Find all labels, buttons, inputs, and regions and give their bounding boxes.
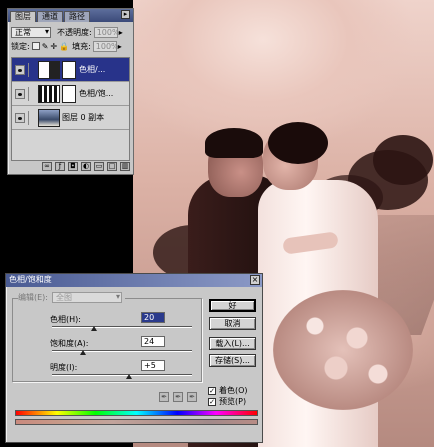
save-button[interactable]: 存储(S)...: [209, 354, 256, 367]
load-button[interactable]: 载入(L)...: [209, 337, 256, 350]
layer-list: 色相/... 色相/饱... 图层 0 副本: [11, 57, 130, 161]
panel-menu-icon[interactable]: ▸: [121, 10, 130, 19]
fill-arrow-icon[interactable]: ▸: [118, 42, 122, 51]
fill-label: 填充:: [72, 41, 91, 51]
edit-row: 编辑(E): 全图: [18, 292, 125, 303]
new-group-icon[interactable]: ▭: [94, 161, 104, 171]
preview-checkbox[interactable]: ✓: [208, 397, 216, 406]
eye-icon[interactable]: [15, 112, 25, 123]
mask-thumbnail: [62, 84, 76, 103]
link-slot[interactable]: [28, 62, 36, 77]
ok-button[interactable]: 好: [209, 299, 256, 312]
link-slot[interactable]: [28, 110, 36, 125]
layer-name: 色相/饱...: [79, 89, 114, 98]
close-icon[interactable]: ×: [250, 275, 260, 285]
lock-all-icon[interactable]: 🔒: [59, 42, 69, 51]
tab-paths[interactable]: 路径: [64, 11, 90, 22]
new-adjustment-icon[interactable]: ◐: [81, 161, 91, 171]
hue-input[interactable]: 20: [141, 312, 165, 323]
adjustment-thumbnail-icon: [38, 84, 60, 103]
lightness-input[interactable]: +5: [141, 360, 165, 371]
adjust-group: [12, 298, 202, 382]
layers-panel-tabbar: 图层 通道 路径 ▸: [8, 9, 133, 22]
hue-saturation-dialog: 色相/饱和度 × 编辑(E): 全图 色相(H): 20 饱和度(A): 24 …: [5, 273, 263, 443]
opacity-field[interactable]: 100%: [93, 26, 120, 38]
layer-style-icon[interactable]: ƒ: [55, 161, 65, 171]
opacity-arrow-icon[interactable]: ▸: [119, 28, 123, 37]
eye-icon[interactable]: [15, 88, 25, 99]
input-spectrum-bar: [15, 410, 258, 416]
edit-select[interactable]: 全图: [52, 292, 122, 303]
image-thumbnail: [38, 108, 60, 127]
layers-toolbar: ∞ ƒ ◘ ◐ ▭ □ ▥: [8, 160, 133, 172]
lightness-slider-handle[interactable]: [126, 374, 132, 379]
lightness-label: 明度(I):: [50, 363, 78, 372]
saturation-slider-handle[interactable]: [79, 350, 86, 355]
colorize-label: 着色(O): [219, 386, 248, 395]
eyedropper-plus-icon[interactable]: ✒: [173, 392, 183, 402]
mask-thumbnail: [62, 60, 76, 79]
hue-slider-track[interactable]: [52, 326, 192, 328]
lock-transparency-icon[interactable]: [31, 42, 40, 50]
colorize-checkbox[interactable]: ✓: [208, 386, 216, 395]
link-slot[interactable]: [28, 86, 36, 101]
saturation-label: 饱和度(A):: [50, 339, 89, 348]
output-spectrum-bar: [15, 419, 258, 425]
layers-panel: 图层 通道 路径 ▸ 正常 不透明度: 100% ▸ 锁定: ✎ ✛ 🔒 填充:…: [7, 8, 134, 175]
lock-move-icon[interactable]: ✛: [50, 42, 57, 51]
edit-label: 编辑(E):: [18, 293, 48, 302]
eyedropper-minus-icon[interactable]: ✒: [187, 392, 197, 402]
preview-label: 预览(P): [219, 397, 247, 406]
opacity-label: 不透明度:: [57, 27, 92, 37]
lightness-slider-track[interactable]: [52, 374, 192, 376]
eyedropper-icon[interactable]: ✒: [159, 392, 169, 402]
preview-row[interactable]: ✓ 预览(P): [208, 396, 246, 407]
saturation-input[interactable]: 24: [141, 336, 165, 347]
colorize-row[interactable]: ✓ 着色(O): [208, 385, 248, 396]
dialog-title: 色相/饱和度: [9, 275, 52, 284]
layer-name: 图层 0 副本: [62, 113, 105, 122]
cancel-button[interactable]: 取消: [209, 317, 256, 330]
tab-layers[interactable]: 图层: [10, 11, 36, 22]
layer-row-hue-1[interactable]: 色相/...: [12, 58, 129, 82]
lock-brush-icon[interactable]: ✎: [42, 42, 49, 51]
hue-slider-handle[interactable]: [91, 326, 97, 331]
hue-label: 色相(H):: [50, 315, 81, 324]
tab-channels[interactable]: 通道: [37, 11, 63, 22]
layer-row-image-copy[interactable]: 图层 0 副本: [12, 106, 129, 130]
layer-name: 色相/...: [79, 65, 106, 74]
blend-mode-select[interactable]: 正常: [11, 26, 51, 38]
adjustment-thumbnail-icon: [38, 60, 60, 79]
eye-icon[interactable]: [15, 64, 25, 75]
lock-label: 锁定:: [11, 41, 30, 51]
add-mask-icon[interactable]: ◘: [68, 161, 78, 171]
trash-icon[interactable]: ▥: [120, 161, 130, 171]
layer-row-hue-2[interactable]: 色相/饱...: [12, 82, 129, 106]
link-layers-icon[interactable]: ∞: [42, 161, 52, 171]
fill-field[interactable]: 100%: [92, 40, 119, 52]
dialog-titlebar[interactable]: 色相/饱和度 ×: [6, 274, 262, 287]
new-layer-icon[interactable]: □: [107, 161, 117, 171]
saturation-slider-track[interactable]: [52, 350, 192, 352]
